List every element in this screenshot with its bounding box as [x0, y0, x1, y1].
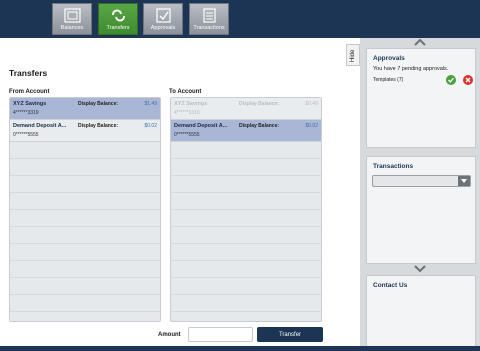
- amount-label: Amount: [158, 332, 181, 338]
- from-account-row[interactable]: XYZ Savings 4******3319 Display Balance:…: [10, 98, 160, 120]
- bottom-bar: [0, 346, 480, 351]
- nav-approvals-label: Approvals: [150, 25, 176, 31]
- display-balance-label: Display Balance:: [239, 101, 280, 107]
- transactions-select[interactable]: [372, 175, 471, 187]
- display-balance-value: $0.02: [305, 123, 318, 129]
- contact-panel: Contact Us: [366, 275, 476, 348]
- transfers-main: Transfers From Account To Account XYZ Sa…: [0, 38, 346, 348]
- nav-transfers-label: Transfers: [106, 25, 130, 31]
- account-name: Demand Deposit A...: [174, 123, 228, 129]
- display-balance-label: Display Balance:: [239, 123, 280, 129]
- nav-transactions-label: Transactions: [193, 25, 225, 31]
- display-balance-label: Display Balance:: [78, 101, 119, 107]
- page-title: Transfers: [9, 68, 48, 78]
- document-icon: [203, 8, 216, 23]
- nav-transfers-button[interactable]: Transfers: [98, 3, 138, 35]
- top-nav-bar: Balances Transfers Approvals Transaction…: [0, 0, 480, 38]
- approvals-panel: Approvals You have 7 pending approvals. …: [366, 48, 476, 148]
- transactions-title: Transactions: [373, 163, 414, 170]
- nav-balances-button[interactable]: Balances: [52, 3, 92, 35]
- empty-row: [10, 261, 160, 278]
- hide-panel-tab[interactable]: Hide: [346, 44, 360, 66]
- pending-approvals-text: You have 7 pending approvals.: [373, 66, 449, 72]
- empty-row: [171, 261, 321, 278]
- contact-title: Contact Us: [373, 282, 408, 289]
- from-account-label: From Account: [9, 89, 50, 95]
- empty-row: [171, 176, 321, 193]
- chevron-up-icon[interactable]: [414, 38, 426, 46]
- nav-approvals-button[interactable]: Approvals: [143, 3, 183, 35]
- empty-row: [10, 210, 160, 227]
- empty-row: [171, 244, 321, 261]
- hide-tab-label: Hide: [350, 49, 356, 62]
- approve-icon[interactable]: [446, 75, 456, 85]
- display-balance-value: $0.02: [144, 123, 157, 129]
- to-account-list: XYZ Savings 4******3319 Display Balance:…: [170, 97, 322, 322]
- ledger-icon: [64, 8, 81, 23]
- empty-row: [171, 142, 321, 159]
- to-account-row: XYZ Savings 4******3319 Display Balance:…: [171, 98, 321, 120]
- empty-row: [10, 227, 160, 244]
- checklist-icon: [156, 8, 171, 23]
- to-account-row[interactable]: Demand Deposit A... 0******5555 Display …: [171, 120, 321, 142]
- reject-icon[interactable]: [463, 75, 473, 85]
- chevron-down-icon[interactable]: [414, 265, 426, 273]
- from-account-list: XYZ Savings 4******3319 Display Balance:…: [9, 97, 161, 322]
- approvals-title: Approvals: [373, 55, 405, 62]
- display-balance-value: $1.49: [144, 101, 157, 107]
- display-balance-label: Display Balance:: [78, 123, 119, 129]
- transfer-button[interactable]: Transfer: [257, 327, 323, 342]
- account-name: XYZ Savings: [13, 101, 47, 107]
- display-balance-value: $0.49: [305, 101, 318, 107]
- empty-row: [10, 193, 160, 210]
- transfer-icon: [112, 9, 125, 22]
- account-number: 4******3319: [174, 110, 200, 116]
- empty-row: [171, 278, 321, 295]
- empty-row: [10, 159, 160, 176]
- empty-row: [171, 159, 321, 176]
- chevron-down-icon: [458, 176, 470, 186]
- transactions-panel: Transactions: [366, 156, 476, 264]
- account-number: 4******3319: [13, 110, 39, 116]
- account-name: XYZ Savings: [174, 101, 208, 107]
- empty-row: [171, 295, 321, 312]
- account-number: 0******5555: [174, 132, 200, 138]
- nav-transactions-button[interactable]: Transactions: [189, 3, 229, 35]
- to-account-label: To Account: [169, 89, 202, 95]
- empty-row: [171, 193, 321, 210]
- empty-row: [10, 176, 160, 193]
- amount-input[interactable]: [188, 327, 253, 342]
- empty-row: [10, 278, 160, 295]
- account-name: Demand Deposit A...: [13, 123, 67, 129]
- from-account-row[interactable]: Demand Deposit A... 0******5555 Display …: [10, 120, 160, 142]
- empty-row: [10, 142, 160, 159]
- empty-row: [171, 227, 321, 244]
- templates-text: Templates (7): [373, 77, 404, 83]
- account-number: 0******5555: [13, 132, 39, 138]
- empty-row: [171, 210, 321, 227]
- nav-balances-label: Balances: [60, 25, 84, 31]
- empty-row: [10, 295, 160, 312]
- empty-row: [10, 244, 160, 261]
- side-panel: Approvals You have 7 pending approvals. …: [360, 38, 480, 348]
